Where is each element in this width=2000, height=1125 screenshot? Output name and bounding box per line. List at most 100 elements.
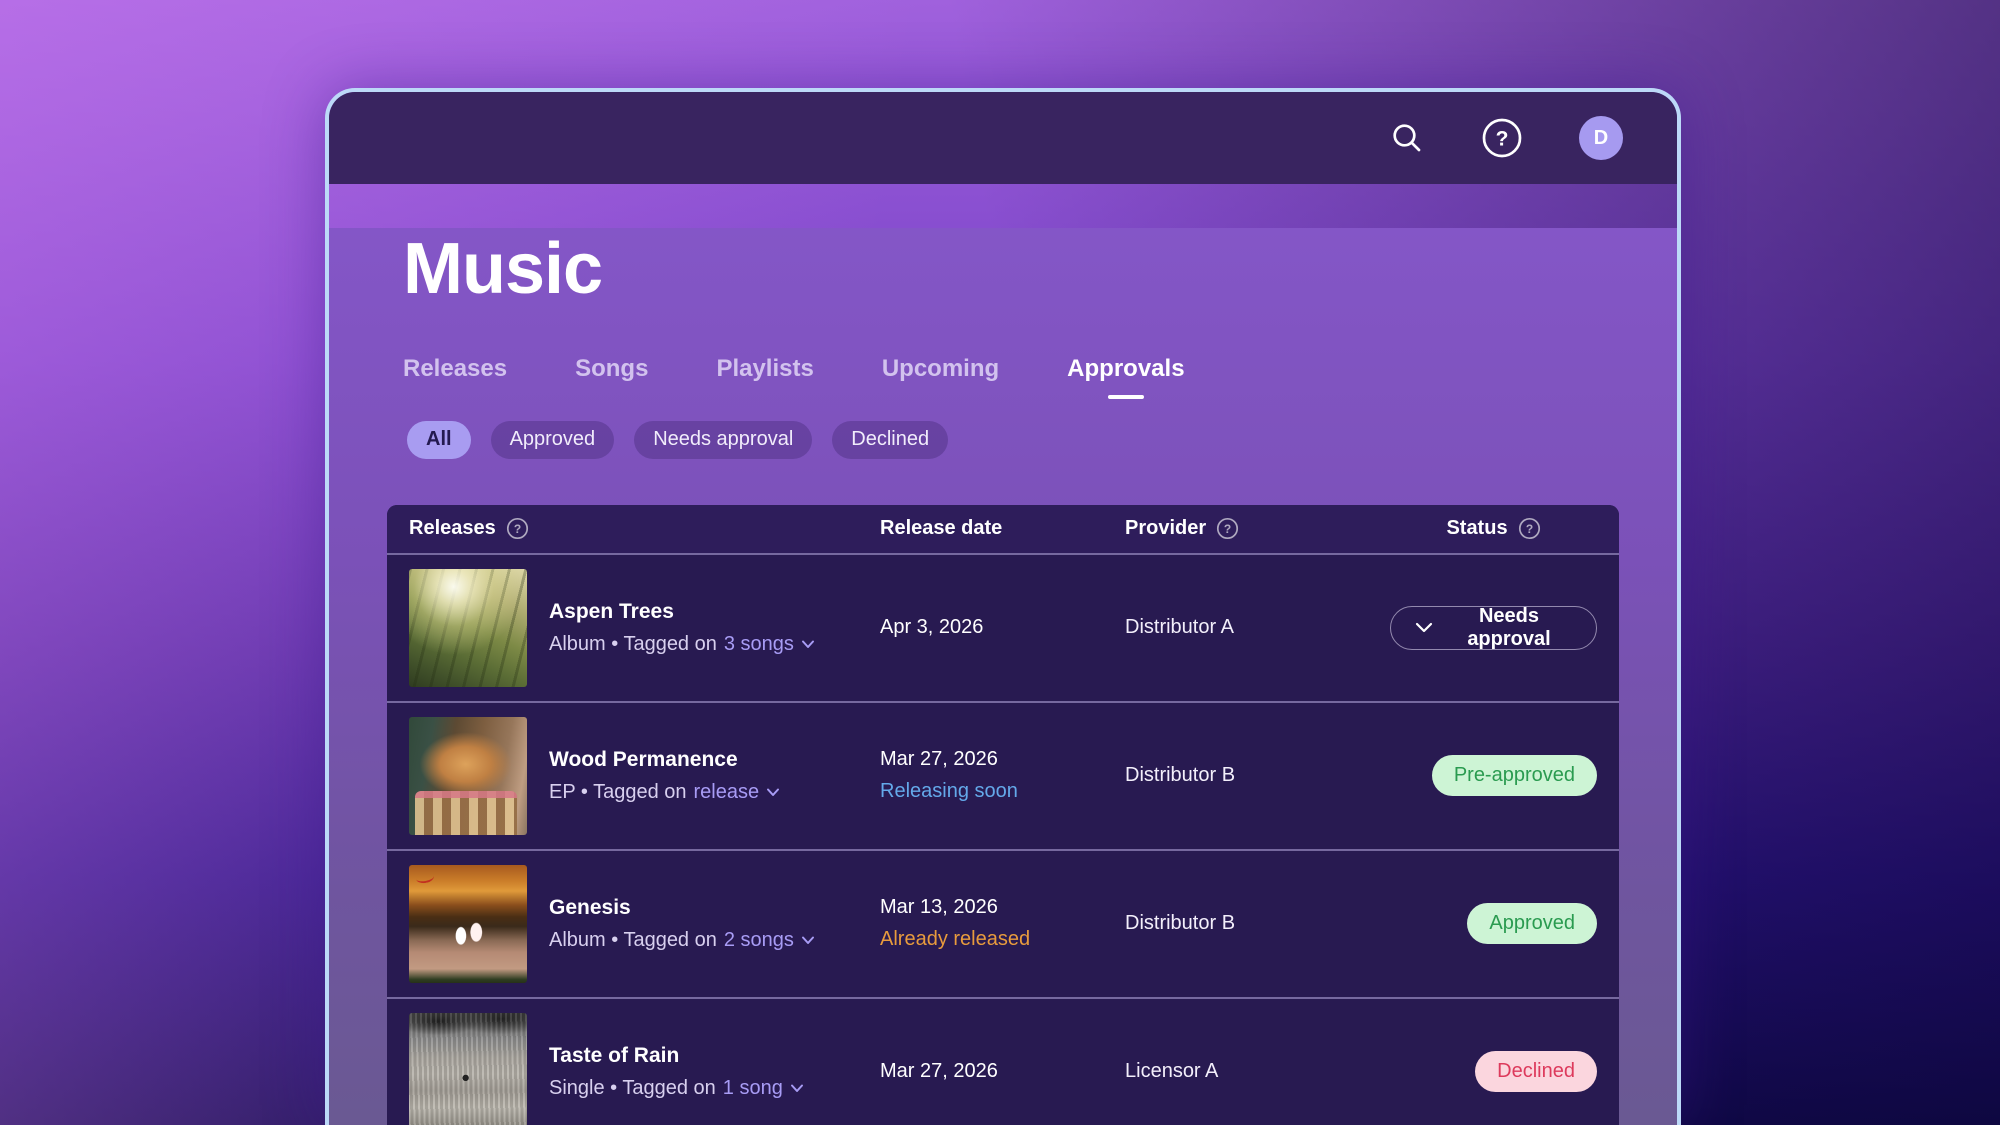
tab-underline [594, 395, 630, 399]
status-cell: Approved [1467, 903, 1597, 944]
tab-label: Upcoming [882, 355, 999, 383]
status-cell: Needs approval [1390, 606, 1597, 650]
column-header-label: Release date [880, 517, 1002, 540]
tab-label: Playlists [716, 355, 813, 383]
release-cell: Taste of Rain Single • Tagged on 1 song [409, 1013, 880, 1125]
tab-underline [923, 395, 959, 399]
tagged-release-label: release [694, 781, 760, 804]
chevron-down-icon [1415, 622, 1433, 633]
release-title: Taste of Rain [549, 1044, 804, 1068]
filter-chip-all[interactable]: All [407, 421, 471, 459]
avatar[interactable]: D [1579, 116, 1623, 160]
release-title: Aspen Trees [549, 600, 815, 624]
tagged-songs-link[interactable]: 3 songs [724, 633, 815, 656]
svg-text:?: ? [1496, 128, 1509, 151]
chevron-down-icon [766, 788, 780, 797]
release-date-cell: Mar 27, 2026 Releasing soon [880, 748, 1125, 803]
tab-playlists[interactable]: Playlists [716, 355, 813, 399]
column-header-provider: Provider ? [1125, 517, 1390, 540]
filter-chip-needs-approval[interactable]: Needs approval [634, 421, 812, 459]
release-date: Mar 13, 2026 [880, 896, 1125, 919]
tagged-song-link[interactable]: 1 song [723, 1077, 804, 1100]
status-badge-pre-approved: Pre-approved [1432, 755, 1597, 796]
table-row: Aspen Trees Album • Tagged on 3 songs Ap… [387, 553, 1619, 701]
release-type-text: Album • Tagged on [549, 929, 717, 952]
release-cell: Aspen Trees Album • Tagged on 3 songs [409, 569, 880, 687]
status-help-button[interactable]: ? [1518, 517, 1541, 540]
provider-help-button[interactable]: ? [1216, 517, 1239, 540]
album-art-sunset-birds [409, 865, 527, 983]
release-date-cell: Mar 27, 2026 [880, 1060, 1125, 1083]
album-art-bread-basket [409, 717, 527, 835]
approvals-table: Releases ? Release date Provider [387, 505, 1619, 1125]
svg-text:?: ? [514, 522, 521, 536]
release-date: Mar 27, 2026 [880, 748, 1125, 771]
release-subtitle: Single • Tagged on 1 song [549, 1077, 804, 1100]
provider-cell: Distributor B [1125, 912, 1390, 935]
chevron-down-icon [801, 640, 815, 649]
svg-text:?: ? [1224, 522, 1231, 536]
releasing-soon-note: Releasing soon [880, 780, 1125, 803]
column-header-label: Status [1446, 517, 1507, 540]
release-date-cell: Apr 3, 2026 [880, 616, 1125, 639]
status-badge-approved: Approved [1467, 903, 1597, 944]
search-icon [1389, 120, 1425, 156]
tab-songs[interactable]: Songs [575, 355, 648, 399]
help-circle-icon: ? [1216, 517, 1239, 540]
tab-bar: Releases Songs Playlists Upcoming Approv… [403, 355, 1619, 399]
release-type-text: Album • Tagged on [549, 633, 717, 656]
album-art-forest [409, 569, 527, 687]
tab-releases[interactable]: Releases [403, 355, 507, 399]
status-badge-declined: Declined [1475, 1051, 1597, 1092]
tagged-songs-label: 3 songs [724, 633, 794, 656]
help-icon: ? [1481, 117, 1523, 159]
svg-text:?: ? [1525, 522, 1532, 536]
search-button[interactable] [1389, 120, 1425, 156]
table-header-row: Releases ? Release date Provider [387, 505, 1619, 553]
help-circle-icon: ? [1518, 517, 1541, 540]
tab-upcoming[interactable]: Upcoming [882, 355, 999, 399]
filter-chip-bar: All Approved Needs approval Declined [407, 421, 1619, 459]
provider-cell: Distributor B [1125, 764, 1390, 787]
filter-chip-approved[interactable]: Approved [491, 421, 615, 459]
release-type-text: Single • Tagged on [549, 1077, 716, 1100]
tab-label: Songs [575, 355, 648, 383]
page-title: Music [403, 228, 1619, 311]
table-row: Taste of Rain Single • Tagged on 1 song … [387, 997, 1619, 1125]
release-subtitle: Album • Tagged on 2 songs [549, 929, 815, 952]
main-content: Music Releases Songs Playlists Upcoming … [329, 228, 1677, 1125]
tagged-song-label: 1 song [723, 1077, 783, 1100]
column-header-release-date: Release date [880, 517, 1125, 540]
column-header-status: Status ? [1390, 517, 1597, 540]
tab-underline [747, 395, 783, 399]
chevron-down-icon [801, 936, 815, 945]
release-title: Genesis [549, 896, 815, 920]
releases-help-button[interactable]: ? [506, 517, 529, 540]
tagged-songs-label: 2 songs [724, 929, 794, 952]
tagged-release-link[interactable]: release [694, 781, 781, 804]
status-cell: Declined [1475, 1051, 1597, 1092]
tab-approvals[interactable]: Approvals [1067, 355, 1184, 399]
filter-chip-declined[interactable]: Declined [832, 421, 948, 459]
release-cell: Genesis Album • Tagged on 2 songs [409, 865, 880, 983]
column-header-releases: Releases ? [409, 517, 880, 540]
release-type-text: EP • Tagged on [549, 781, 687, 804]
table-row: Genesis Album • Tagged on 2 songs Mar 13… [387, 849, 1619, 997]
release-cell: Wood Permanence EP • Tagged on release [409, 717, 880, 835]
help-circle-icon: ? [506, 517, 529, 540]
needs-approval-dropdown-button[interactable]: Needs approval [1390, 606, 1597, 650]
help-button[interactable]: ? [1481, 117, 1523, 159]
chevron-down-icon [790, 1084, 804, 1093]
column-header-label: Provider [1125, 517, 1206, 540]
tagged-songs-link[interactable]: 2 songs [724, 929, 815, 952]
release-title: Wood Permanence [549, 748, 780, 772]
already-released-note: Already released [880, 928, 1125, 951]
tab-label: Approvals [1067, 355, 1184, 383]
active-tab-underline [1108, 395, 1144, 399]
app-window: ? D Music Releases Songs Playlists Upcom… [325, 88, 1681, 1125]
release-date: Apr 3, 2026 [880, 616, 1125, 639]
provider-cell: Licensor A [1125, 1060, 1390, 1083]
column-header-label: Releases [409, 517, 496, 540]
top-bar: ? D [329, 92, 1677, 184]
release-subtitle: EP • Tagged on release [549, 781, 780, 804]
